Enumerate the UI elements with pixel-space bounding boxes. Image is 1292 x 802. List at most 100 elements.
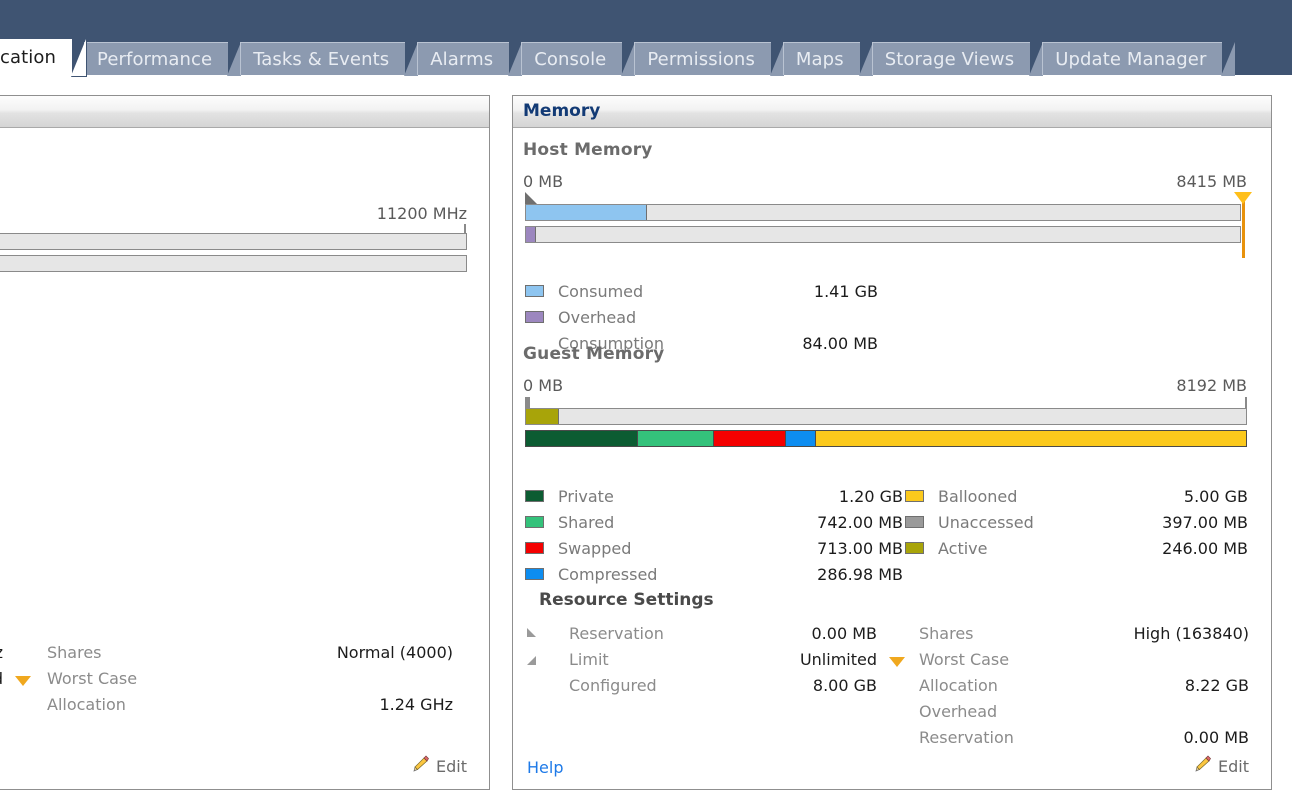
legend-row-overhead: Overhead (525, 304, 895, 330)
allocation-label: Allocation (919, 676, 998, 695)
ballooned-value: 5.00 GB (1183, 486, 1248, 506)
guest-segment-private (525, 430, 637, 447)
shares-value: High (163840) (1133, 624, 1249, 643)
legend-row-consumed: Consumed 1.41 GB (525, 278, 895, 304)
guest-bar-end-tick (1245, 397, 1247, 408)
host-consumed-fill (526, 205, 648, 220)
shared-value: 742.00 MB (817, 512, 903, 532)
configured-label: Configured (569, 676, 657, 695)
swapped-swatch-icon (525, 542, 544, 554)
shares-label: Shares (919, 624, 974, 643)
allocation-value: 8.22 GB (1184, 676, 1249, 695)
guest-stacked-bar (525, 430, 1247, 447)
host-limit-marker-icon (1234, 192, 1252, 204)
tab-maps[interactable]: Maps (782, 42, 874, 76)
guest-legend-right: Ballooned 5.00 GB Unaccessed 397.00 MB A… (905, 483, 1250, 561)
overhead-swatch-icon (525, 311, 544, 323)
cpu-shares-value: Normal (4000) (336, 643, 453, 662)
swapped-value: 713.00 MB (817, 538, 903, 558)
guest-segment-shared (636, 430, 713, 447)
configured-value: 8.00 GB (812, 676, 877, 695)
tab-label: Performance (97, 49, 213, 70)
overhead-label: Overhead (558, 307, 637, 327)
tab-label: Tasks & Events (253, 49, 390, 70)
overhead-reservation-label: Reservation (919, 728, 1014, 747)
tab-strip: cation Performance Tasks & Events Alarms… (0, 0, 1292, 77)
guest-active-bar (525, 408, 1247, 425)
host-overhead-bar (525, 226, 1241, 243)
guest-scale-max: 8192 MB (1176, 376, 1247, 395)
guest-active-fill (526, 409, 560, 424)
worst-case-label: Worst Case (919, 650, 1010, 669)
tab-update-manager[interactable]: Update Manager (1042, 42, 1237, 76)
legend-row-ballooned: Ballooned 5.00 GB (905, 483, 1250, 509)
private-value: 1.20 GB (838, 486, 903, 506)
cpu-allocation-value: 1.24 GHz (379, 695, 453, 714)
consumed-label: Consumed (558, 281, 644, 301)
limit-marker-icon (527, 656, 536, 665)
private-label: Private (558, 486, 614, 506)
host-scale-min: 0 MB (523, 172, 564, 191)
reservation-value: 0.00 MB (811, 624, 878, 643)
memory-panel-title: Memory (513, 96, 1271, 128)
tab-resource-allocation[interactable]: cation (0, 39, 88, 77)
overhead-reservation-value: 0.00 MB (1183, 728, 1250, 747)
guest-memory-heading: Guest Memory (523, 344, 665, 364)
legend-row-compressed: Compressed 286.98 MB (525, 561, 905, 587)
host-limit-line (1242, 196, 1245, 258)
reservation-marker-icon (527, 628, 536, 637)
reservation-label: Reservation (569, 624, 664, 643)
tab-label: Maps (795, 49, 844, 70)
cpu-reservation-value: 0.00 MHz (0, 643, 3, 662)
guest-legend-left: Private 1.20 GB Shared 742.00 MB Swapped… (525, 483, 905, 587)
tab-console[interactable]: Console (521, 42, 637, 76)
consumption-value: 84.00 MB (802, 333, 878, 353)
limit-label: Limit (569, 650, 609, 669)
guest-bar-start-tick (525, 397, 530, 408)
help-link[interactable]: Help (527, 758, 563, 777)
compressed-label: Compressed (558, 564, 658, 584)
host-bar-group (525, 192, 1252, 258)
memory-edit-link[interactable]: Edit (1194, 755, 1249, 777)
ballooned-swatch-icon (905, 490, 924, 502)
resource-settings-title: Resource Settings (539, 590, 714, 610)
tab-label: Permissions (647, 49, 755, 70)
cpu-limit-value: Unlimited (0, 669, 3, 688)
memory-panel-body: Host Memory 0 MB 8415 MB Consumed 1.41 G… (513, 128, 1271, 789)
tab-label: cation (0, 47, 57, 68)
shared-swatch-icon (525, 516, 544, 528)
guest-bar-group (525, 397, 1247, 447)
host-memory-heading: Host Memory (523, 140, 653, 160)
memory-edit-label: Edit (1218, 756, 1249, 776)
ballooned-label: Ballooned (938, 486, 1018, 506)
memory-panel: Memory Host Memory 0 MB 8415 MB Consumed… (512, 95, 1272, 790)
swapped-label: Swapped (558, 538, 632, 558)
limit-dropdown-icon (889, 657, 905, 667)
private-swatch-icon (525, 490, 544, 502)
tab-label: Update Manager (1055, 49, 1207, 70)
cpu-usage-bar (0, 233, 467, 250)
pencil-icon (412, 755, 430, 777)
overhead-label: Overhead (919, 702, 998, 721)
guest-segment-compressed (784, 430, 816, 447)
tab-tasks-events[interactable]: Tasks & Events (240, 42, 420, 76)
cpu-shares-label: Shares (47, 643, 102, 662)
consumed-swatch-icon (525, 285, 544, 297)
tab-storage-views[interactable]: Storage Views (871, 42, 1044, 76)
host-overhead-fill (526, 227, 536, 242)
guest-segment-swapped (712, 430, 785, 447)
compressed-value: 286.98 MB (817, 564, 903, 584)
cpu-scale-max: 11200 MHz (376, 204, 467, 223)
legend-row-swapped: Swapped 713.00 MB (525, 535, 905, 561)
cpu-worst-case-label: Worst Case (47, 669, 138, 688)
tab-performance[interactable]: Performance (84, 42, 243, 76)
shared-label: Shared (558, 512, 615, 532)
cpu-edit-link[interactable]: Edit (412, 755, 467, 777)
active-value: 246.00 MB (1162, 538, 1248, 558)
host-scale-max: 8415 MB (1176, 172, 1247, 191)
active-label: Active (938, 538, 988, 558)
active-swatch-icon (905, 542, 924, 554)
compressed-swatch-icon (525, 568, 544, 580)
tab-permissions[interactable]: Permissions (634, 42, 785, 76)
tab-alarms[interactable]: Alarms (417, 42, 524, 76)
